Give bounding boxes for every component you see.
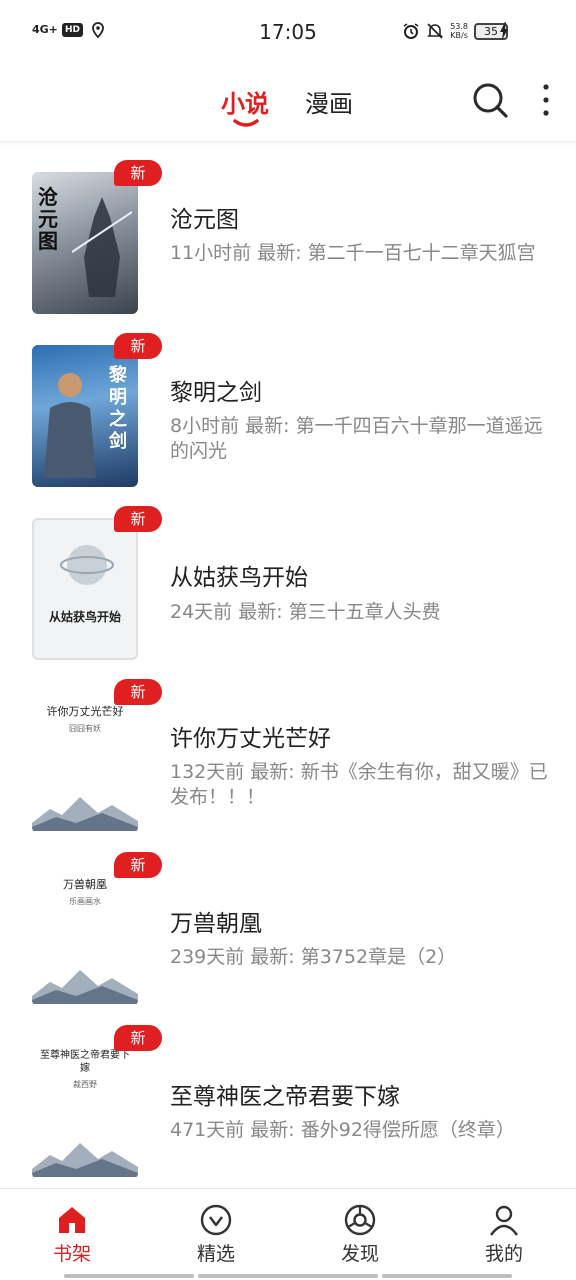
book-cover: 万兽朝凰 乐画画水 [32, 864, 138, 1006]
cover-title: 沧元图 [38, 185, 58, 253]
gesture-bar-segment [64, 1274, 194, 1278]
nav-label: 精选 [196, 1243, 235, 1265]
book-update-info: 24天前 最新: 第三十五章人头费 [170, 601, 441, 623]
book-item[interactable]: 从姑获鸟开始 新 从姑获鸟开始 24天前 最新: 第三十五章人头费 [0, 506, 576, 676]
cover-title: 从姑获鸟开始 [48, 610, 121, 624]
cover-title: 至尊神医之帝君要下嫁 [40, 1050, 130, 1074]
cover-figure-illustration [44, 373, 96, 478]
book-cover: 许你万丈光芒好 囧囧有妖 [32, 691, 138, 833]
cover-mountain-illustration [32, 797, 138, 831]
new-badge: 新 [114, 1025, 162, 1051]
cover-title: 万兽朝凰 [63, 878, 107, 891]
book-title: 沧元图 [170, 207, 239, 233]
book-update-info: 471天前 最新: 番外92得偿所愿（终章） [170, 1119, 515, 1141]
cover-title: 黎明之剑 [109, 365, 127, 452]
cover-emblem-illustration [60, 545, 114, 585]
nav-label: 书架 [52, 1243, 91, 1265]
book-update-info: 11小时前 最新: 第二千一百七十二章天狐宫 [170, 242, 536, 264]
tab-comic[interactable]: 漫画 [305, 84, 353, 119]
book-update-info: 239天前 最新: 第3752章是（2） [170, 946, 457, 968]
nav-featured[interactable]: 精选 [166, 1203, 266, 1266]
new-badge: 新 [114, 160, 162, 186]
book-update-info: 8小时前 最新: 第一千四百六十章那一道遥远的闪光 [170, 415, 543, 462]
book-title: 至尊神医之帝君要下嫁 [170, 1084, 400, 1110]
bottom-navigation: 书架 精选 发现 我的 [0, 1188, 576, 1280]
book-item[interactable]: 万兽朝凰 乐画画水 新 万兽朝凰 239天前 最新: 第3752章是（2） [0, 852, 576, 1022]
speed-unit: KB/s [450, 31, 468, 40]
new-badge: 新 [114, 506, 162, 532]
top-header: 小说 漫画 [0, 64, 576, 142]
book-item[interactable]: 许你万丈光芒好 囧囧有妖 新 许你万丈光芒好 132天前 最新: 新书《余生有你… [0, 679, 576, 849]
book-item[interactable]: 黎明之剑 新 黎明之剑 8小时前 最新: 第一千四百六十章那一道遥远的闪光 [0, 333, 576, 503]
mute-icon [427, 23, 444, 39]
search-icon[interactable] [470, 80, 510, 120]
nav-discover[interactable]: 发现 [310, 1203, 410, 1266]
charging-icon [500, 22, 508, 40]
nav-label: 发现 [340, 1243, 379, 1265]
profile-icon [490, 1205, 518, 1236]
new-badge: 新 [114, 333, 162, 359]
cover-mountain-illustration [32, 1143, 138, 1177]
more-options-icon[interactable] [536, 82, 556, 118]
alarm-icon [403, 23, 419, 39]
network-speed: 53.8 KB/s [450, 22, 468, 40]
book-cover: 黎明之剑 [32, 345, 138, 487]
gesture-bar-segment [382, 1274, 512, 1278]
cover-author: 乐画画水 [69, 897, 101, 906]
tab-novel[interactable]: 小说 [221, 84, 269, 119]
status-right: 53.8 KB/s 35 [402, 22, 508, 40]
book-cover: 至尊神医之帝君要下嫁 裁西野 [32, 1037, 138, 1179]
speed-value: 53.8 [450, 22, 468, 31]
cover-title: 许你万丈光芒好 [46, 705, 124, 718]
cover-mountain-illustration [32, 970, 138, 1004]
new-badge: 新 [114, 852, 162, 878]
book-cover: 从姑获鸟开始 [32, 518, 138, 660]
book-title: 许你万丈光芒好 [170, 726, 331, 752]
nav-label: 我的 [484, 1243, 523, 1265]
home-icon [59, 1207, 85, 1233]
discover-icon [344, 1204, 376, 1236]
gesture-bar-segment [198, 1274, 378, 1278]
nav-bookshelf[interactable]: 书架 [22, 1203, 122, 1266]
book-update-info: 132天前 最新: 新书《余生有你，甜又暖》已发布！！！ [170, 761, 548, 808]
new-badge: 新 [114, 679, 162, 705]
cover-author: 裁西野 [73, 1080, 97, 1089]
active-tab-indicator [233, 119, 259, 127]
book-item[interactable]: 至尊神医之帝君要下嫁 裁西野 新 至尊神医之帝君要下嫁 471天前 最新: 番外… [0, 1025, 576, 1195]
book-title: 从姑获鸟开始 [170, 565, 308, 591]
nav-profile[interactable]: 我的 [454, 1203, 554, 1266]
featured-icon [200, 1204, 232, 1236]
status-bar: 4G+ HD 17:05 53.8 KB/s 35 [0, 0, 576, 64]
cover-author: 囧囧有妖 [69, 724, 101, 733]
book-title: 黎明之剑 [170, 380, 262, 406]
book-title: 万兽朝凰 [170, 911, 262, 937]
cover-figure-illustration [72, 197, 132, 297]
book-cover: 沧元图 [32, 172, 138, 314]
book-item[interactable]: 沧元图 新 沧元图 11小时前 最新: 第二千一百七十二章天狐宫 [0, 160, 576, 330]
